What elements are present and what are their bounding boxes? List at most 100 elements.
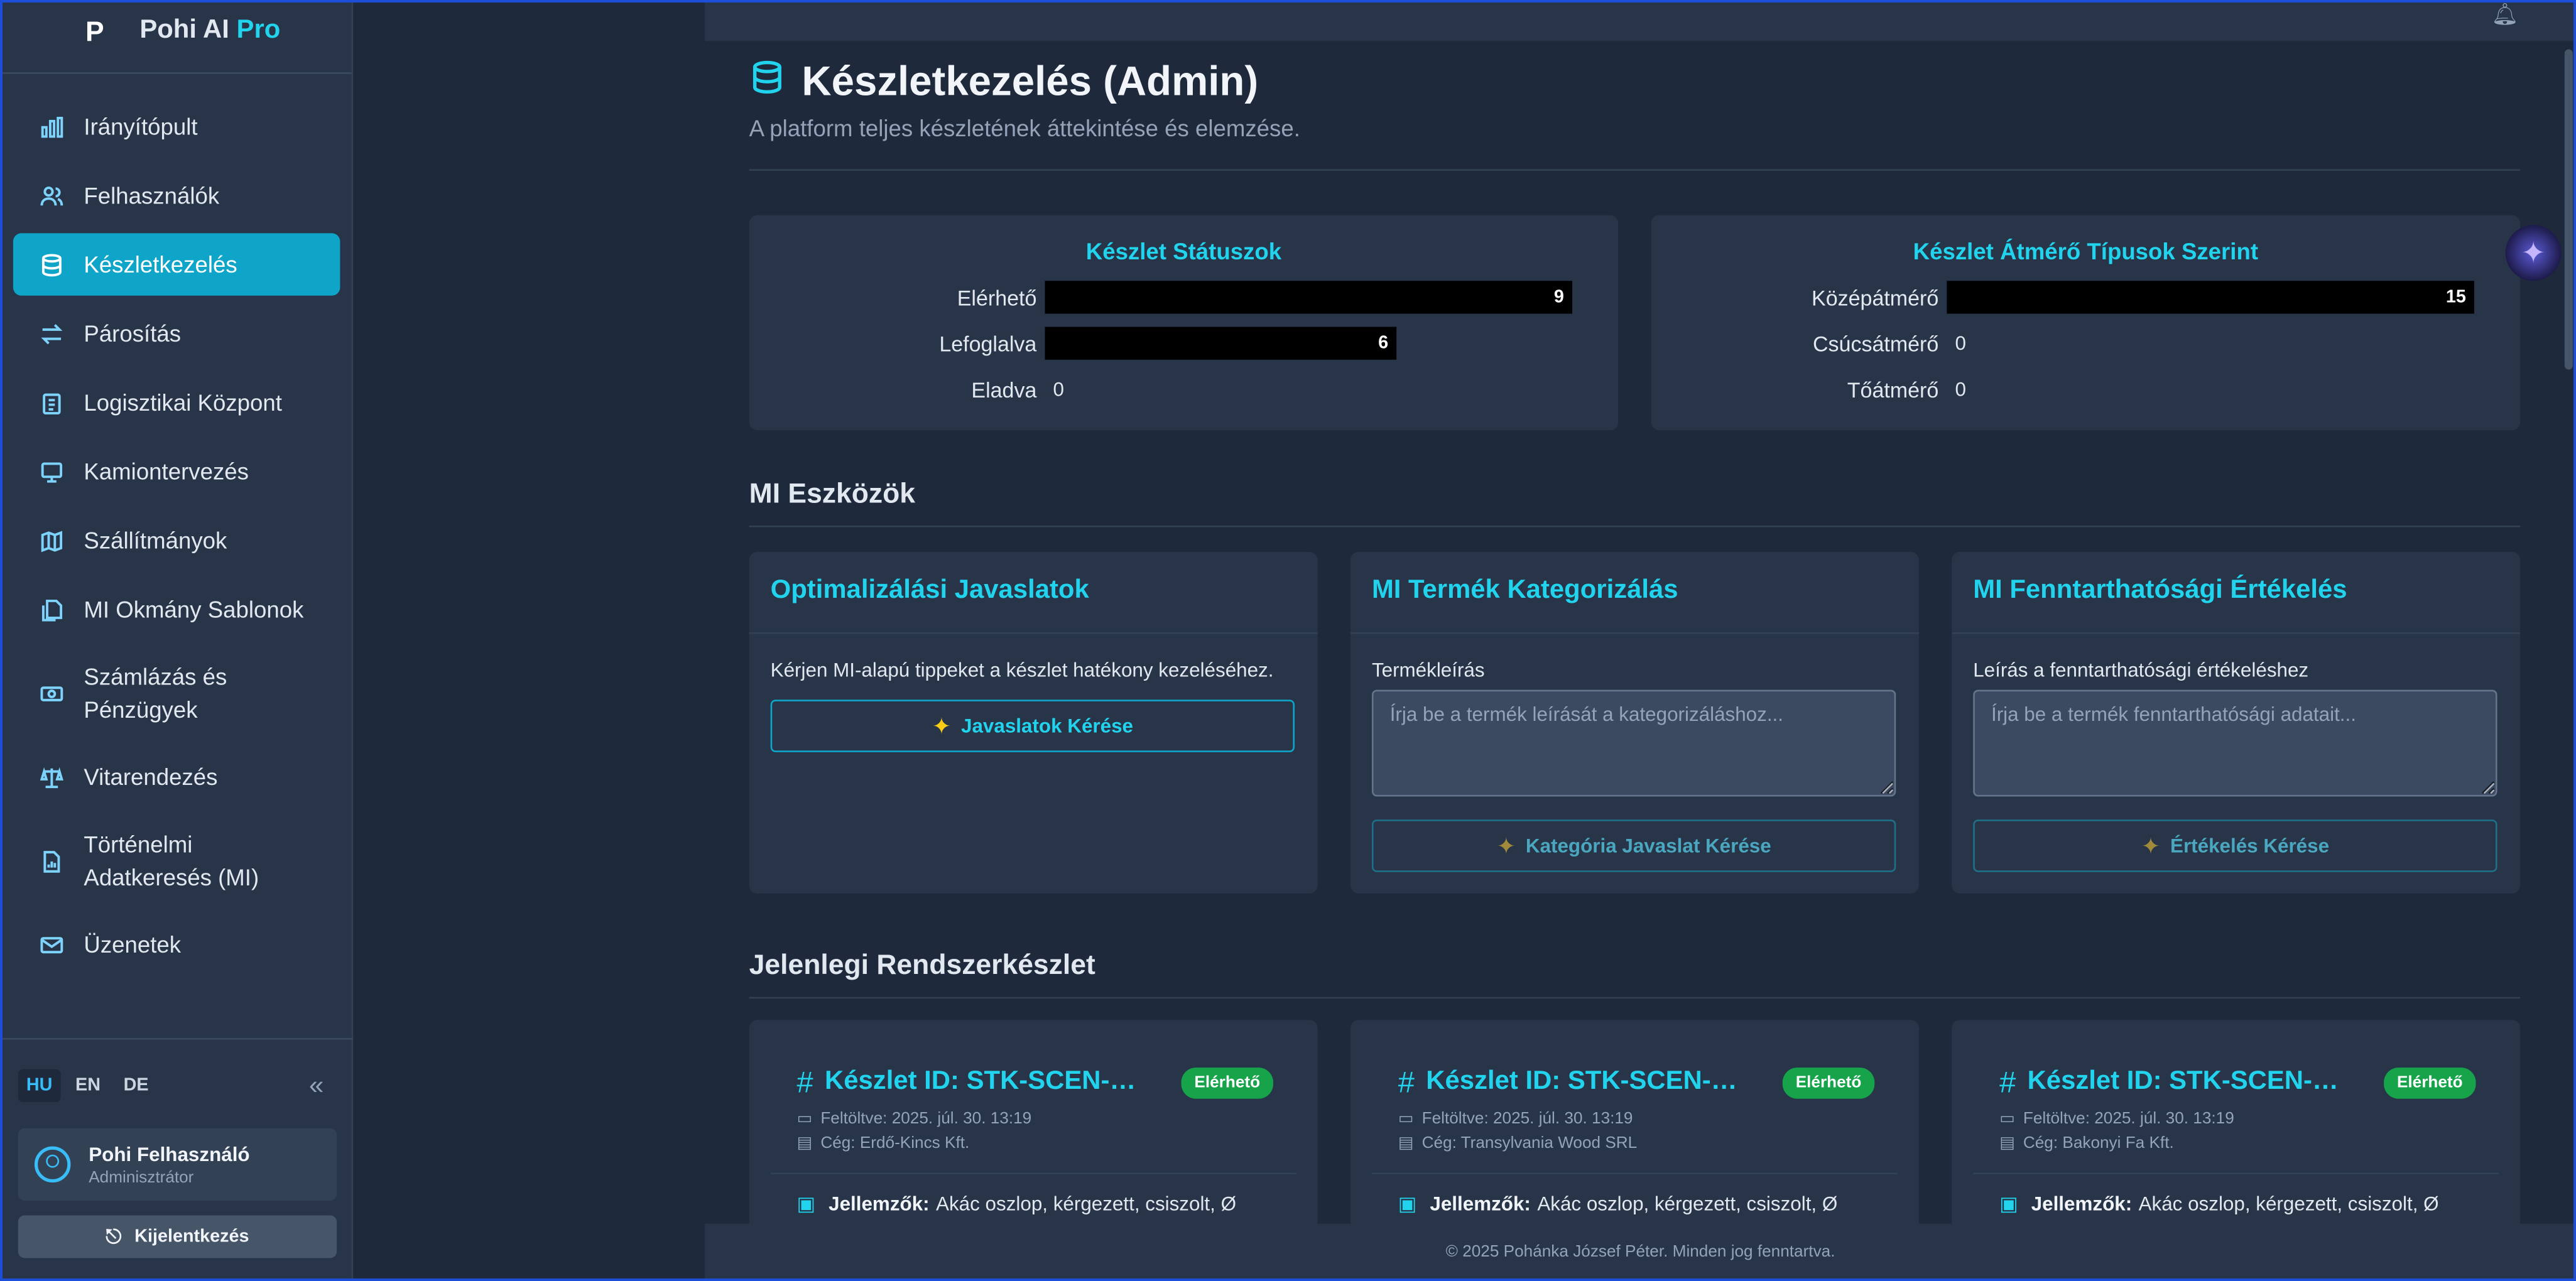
inventory-heading: Jelenlegi Rendszerkészlet	[749, 949, 1095, 981]
sidebar-item-logisztikai-kozpont[interactable]: Logisztikai Központ	[13, 371, 340, 433]
bell-icon[interactable]: 🔔︎	[2491, 2, 2518, 28]
categorization-card: MI Termék Kategorizálás Termékleírás ✦ K…	[1350, 551, 1919, 894]
sidebar-item-szamlazas[interactable]: Számlázás és Pénzügyek	[13, 647, 340, 739]
calendar-icon: ▭	[1999, 1110, 2015, 1128]
ai-tools-row: Optimalizálási Javaslatok Kérjen MI-alap…	[749, 551, 2521, 894]
divider	[1973, 1172, 2499, 1175]
sidebar-item-iranyitopult[interactable]: Irányítópult	[13, 95, 340, 158]
box-icon: ▣	[1999, 1192, 2018, 1216]
map-icon	[38, 527, 64, 554]
sidebar-item-label: Szállítmányok	[84, 527, 227, 554]
lang-de[interactable]: DE	[116, 1069, 157, 1102]
sidebar-item-szallitmanyok[interactable]: Szállítmányok	[13, 509, 340, 571]
page-title: Készletkezelés (Admin)	[802, 58, 1259, 105]
sidebar-nav: Irányítópult Felhasználók Készletkezelés…	[0, 74, 352, 976]
ai-assistant-sparkle-icon[interactable]: ✦	[2505, 225, 2562, 281]
collapse-sidebar-icon[interactable]: «	[309, 1073, 323, 1102]
sidebar-item-label: MI Okmány Sablonok	[84, 596, 304, 623]
box-icon: ▣	[1398, 1192, 1417, 1216]
status-value: 0	[1053, 377, 1065, 401]
stock-id: Készlet ID: STK-SCEN-Y...	[1426, 1068, 1747, 1096]
sparkles-icon: ✦	[1496, 831, 1516, 858]
request-evaluation-button[interactable]: ✦ Értékelés Kérése	[1973, 819, 2497, 872]
status-chart-title: Készlet Státuszok	[1085, 238, 1282, 265]
diameter-track: 0	[1947, 327, 2474, 359]
features: ▣ Jellemzők: Akác oszlop, kérgezett, csisz…	[1398, 1192, 1838, 1216]
sidebar-item-parositas[interactable]: Párosítás	[13, 302, 340, 364]
status-chart-rows: Elérhető 9 Lefoglalva 6 Eladva 0	[749, 274, 1619, 413]
sidebar-item-vitarendezes[interactable]: Vitarendezés	[13, 745, 340, 808]
stock-id: Készlet ID: STK-SCEN-Z...	[2027, 1068, 2348, 1096]
diameter-row: Csúcsátmérő 0	[1651, 320, 2521, 366]
sidebar-item-label: Párosítás	[84, 320, 182, 347]
diameter-chart-title: Készlet Átmérő Típusok Szerint	[1913, 238, 2259, 265]
sustainability-card: MI Fenntarthatósági Értékelés Leírás a f…	[1952, 551, 2521, 894]
page-content: Készletkezelés (Admin) A platform teljes…	[749, 41, 2521, 1267]
sparkles-icon: ✦	[932, 711, 952, 738]
product-description-label: Termékleírás	[1371, 658, 1485, 682]
sidebar-item-mi-okmany-sablonok[interactable]: MI Okmány Sablonok	[13, 578, 340, 640]
inventory-card-header: # Készlet ID: STK-SCEN-Y... Elérhető	[1372, 1064, 1898, 1101]
inventory-card-header: # Készlet ID: STK-SCEN-Z... Elérhető	[1973, 1064, 2499, 1101]
company: ▤ Cég: Transylvania Wood SRL	[1398, 1135, 1638, 1154]
request-category-button[interactable]: ✦ Kategória Javaslat Kérése	[1371, 819, 1896, 872]
user-name: Pohi Felhasználó	[89, 1142, 250, 1165]
request-suggestions-button[interactable]: ✦ Javaslatok Kérése	[770, 700, 1295, 752]
logout-label: Kijelentkezés	[134, 1226, 249, 1247]
uploaded-date: ▭ Feltöltve: 2025. júl. 30. 13:19	[1999, 1110, 2234, 1128]
scrollbar[interactable]	[2564, 49, 2573, 370]
logo-icon: P	[85, 16, 104, 48]
stock-id: Készlet ID: STK-SCEN-X...	[825, 1068, 1146, 1096]
optimization-title: Optimalizálási Javaslatok	[749, 552, 1318, 634]
status-track: 0	[1045, 373, 1572, 406]
sidebar-item-label: Üzenetek	[84, 931, 182, 958]
building-icon: ▤	[1999, 1135, 2015, 1154]
main-area: 🔔︎ Készletkezelés (Admin) A platform tel…	[705, 0, 2576, 1281]
lang-hu[interactable]: HU	[18, 1069, 61, 1103]
sidebar-item-label: Történelmi Adatkeresés (MI)	[84, 831, 259, 890]
stats-row: Készlet Státuszok Elérhető 9 Lefoglalva 6 El…	[749, 215, 2521, 431]
logout-button[interactable]: ⎋ Kijelentkezés	[18, 1215, 337, 1258]
status-chart-card: Készlet Státuszok Elérhető 9 Lefoglalva 6 El…	[749, 215, 1619, 431]
diameter-value: 0	[1955, 332, 1966, 355]
sidebar-item-label: Kamiontervezés	[84, 458, 249, 485]
company: ▤ Cég: Erdő-Kincs Kft.	[796, 1135, 970, 1154]
sidebar-item-keszletkezeles[interactable]: Készletkezelés	[13, 233, 340, 296]
brand-name: Pohi AI Pro	[139, 16, 281, 45]
status-track: 9	[1045, 281, 1573, 314]
diameter-label: Csúcsátmérő	[1813, 331, 1939, 356]
sidebar-item-tortenelmi-adatkereses[interactable]: Történelmi Adatkeresés (MI)	[13, 814, 340, 906]
sidebar-item-uzenetek[interactable]: Üzenetek	[13, 913, 340, 975]
lang-en[interactable]: EN	[67, 1069, 109, 1102]
status-row: Elérhető 9	[749, 274, 1619, 320]
footer: © 2025 Pohánka József Péter. Minden jog …	[705, 1223, 2576, 1281]
inventory-card-header: # Készlet ID: STK-SCEN-X... Elérhető	[771, 1064, 1296, 1101]
box-icon: ▣	[796, 1192, 816, 1216]
sidebar-item-label: Vitarendezés	[84, 764, 218, 791]
diameter-track: 15	[1947, 281, 2474, 314]
user-card[interactable]: Pohi Felhasználó Adminisztrátor	[18, 1128, 337, 1201]
brand[interactable]: P Pohi AI Pro	[0, 0, 352, 74]
status-badge: Elérhető	[1782, 1066, 1875, 1098]
divider	[749, 525, 2521, 527]
database-icon	[749, 57, 786, 107]
building-icon: ▤	[1398, 1135, 1414, 1154]
status-label: Elérhető	[957, 284, 1037, 310]
sustainability-description-input[interactable]	[1973, 689, 2497, 797]
sidebar-item-felhasznalok[interactable]: Felhasználók	[13, 165, 340, 227]
divider	[770, 1172, 1296, 1175]
diameter-bar: 15	[1947, 281, 2474, 314]
calendar-icon: ▭	[796, 1110, 813, 1128]
diameter-row: Tőátmérő 0	[1651, 366, 2521, 412]
button-label: Értékelés Kérése	[2170, 834, 2330, 858]
status-label: Eladva	[971, 377, 1037, 402]
uploaded-date: ▭ Feltöltve: 2025. júl. 30. 13:19	[1398, 1110, 1633, 1128]
sidebar-item-kamiontervezes[interactable]: Kamiontervezés	[13, 440, 340, 502]
status-track: 6	[1045, 327, 1572, 360]
status-label: Lefoglalva	[939, 331, 1037, 356]
diameter-label: Középátmérő	[1812, 284, 1939, 310]
scale-icon	[38, 764, 64, 790]
sparkles-icon: ✦	[2141, 831, 2161, 858]
product-description-input[interactable]	[1371, 689, 1896, 797]
diameter-label: Tőátmérő	[1847, 377, 1939, 402]
